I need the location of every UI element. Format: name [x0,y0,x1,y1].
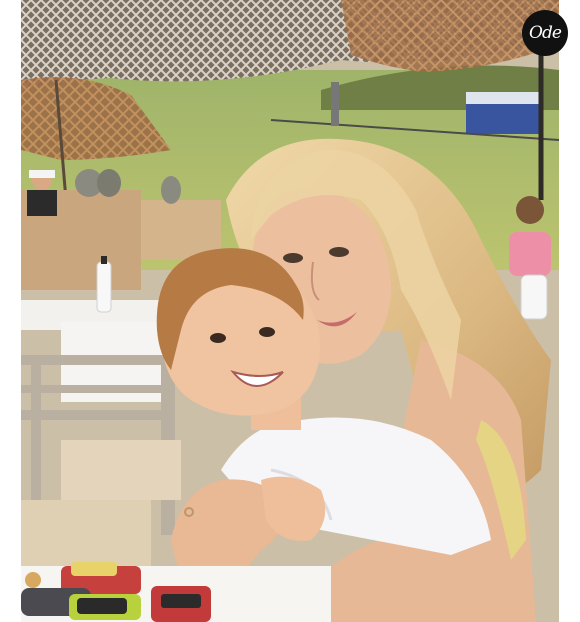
water-bottle [96,261,112,313]
photo [21,0,559,622]
photo-illustration [21,0,559,622]
brand-logo-text: Ode [529,23,562,43]
child-eye [210,333,226,343]
mother-eye [329,247,349,257]
child-eye [259,327,275,337]
water-bottle [520,274,548,320]
brand-logo: Ode [522,10,568,56]
chair-seat [21,500,151,570]
background-person [516,196,544,224]
mother-eye [283,253,303,263]
